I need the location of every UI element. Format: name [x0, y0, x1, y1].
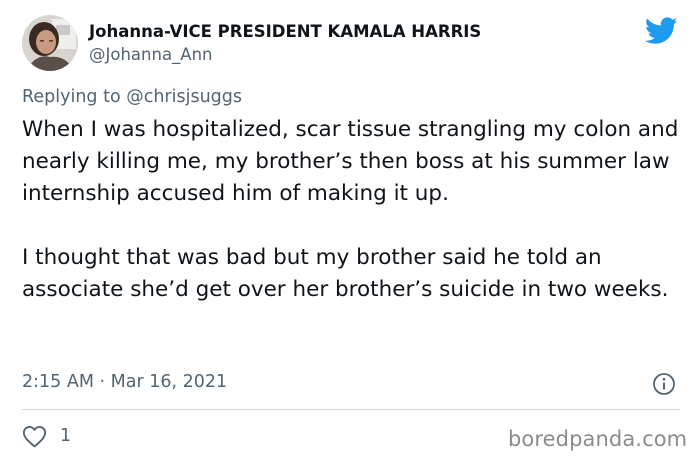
info-icon[interactable] — [652, 372, 676, 396]
avatar-photo — [22, 15, 78, 71]
author-display-name[interactable]: Johanna-VICE PRESIDENT KAMALA HARRIS — [89, 22, 481, 41]
watermark: boredpanda.com — [508, 427, 688, 451]
heart-icon[interactable] — [22, 425, 47, 448]
avatar[interactable] — [22, 15, 78, 71]
divider — [22, 409, 680, 410]
tweet-paragraph: When I was hospitalized, scar tissue str… — [22, 117, 679, 206]
tweet-paragraph: I thought that was bad but my brother sa… — [22, 245, 669, 302]
author-handle[interactable]: @Johanna_Ann — [89, 45, 213, 64]
tweet-text: When I was hospitalized, scar tissue str… — [22, 114, 688, 306]
reply-context[interactable]: Replying to @chrisjsuggs — [22, 87, 242, 107]
twitter-bird-icon[interactable] — [645, 17, 678, 45]
tweet-timestamp[interactable]: 2:15 AM · Mar 16, 2021 — [22, 372, 227, 392]
like-count: 1 — [60, 426, 72, 446]
